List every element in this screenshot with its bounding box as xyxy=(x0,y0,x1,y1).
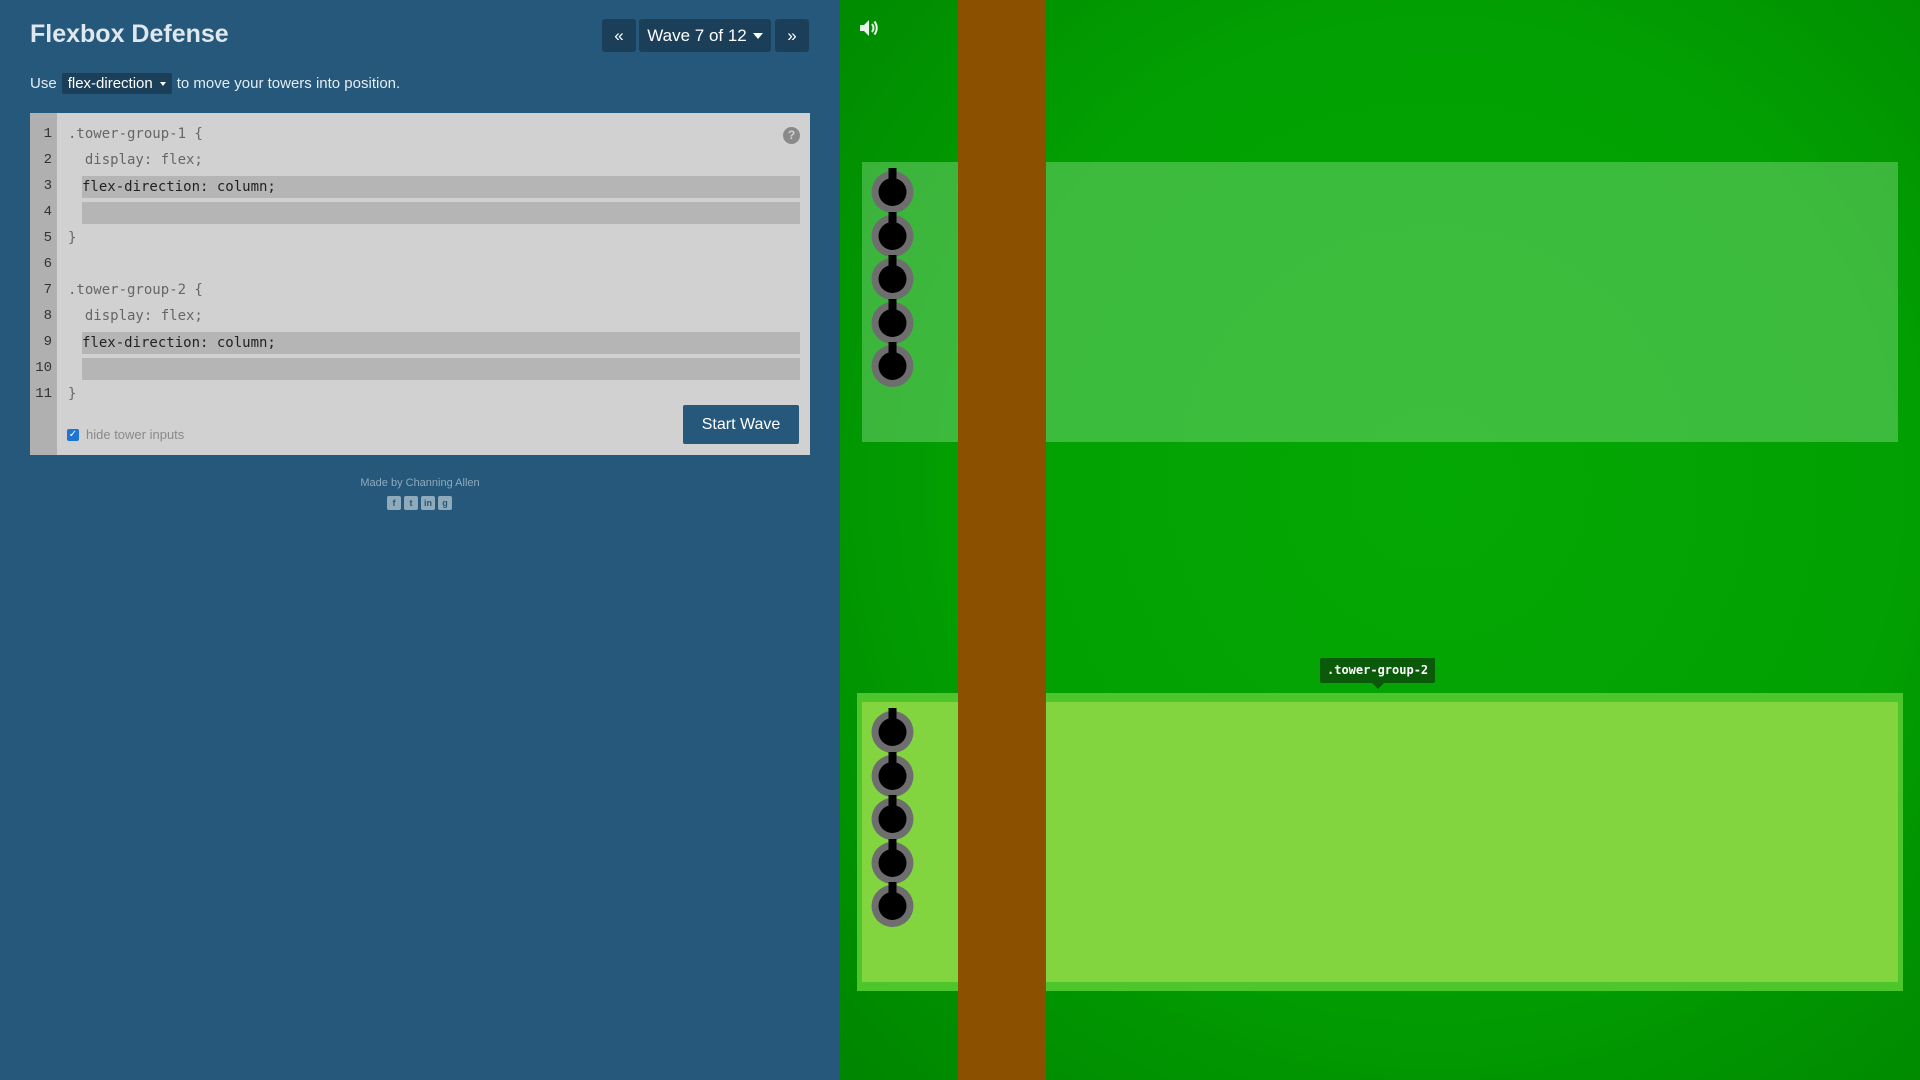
tower-icon[interactable] xyxy=(870,341,915,387)
code-line: } xyxy=(68,386,77,402)
enemy-path xyxy=(958,0,1046,1080)
double-chevron-right-icon: » xyxy=(787,25,797,45)
tower-icon[interactable] xyxy=(870,254,915,300)
page-title: Flexbox Defense xyxy=(30,20,229,48)
code-line: display: flex; xyxy=(68,308,203,324)
line-number: 4 xyxy=(43,204,52,220)
game-board: .tower-group-2 xyxy=(840,0,1920,1080)
code-line: .tower-group-2 { xyxy=(68,282,203,298)
linkedin-icon[interactable]: in xyxy=(421,496,435,510)
line-number: 3 xyxy=(43,178,52,194)
property-select[interactable]: flex-direction xyxy=(61,73,172,94)
previous-wave-button[interactable]: « xyxy=(602,19,636,52)
wave-select[interactable]: Wave 7 of 12 xyxy=(639,19,771,52)
speaker-icon[interactable] xyxy=(858,18,880,38)
tower-icon[interactable] xyxy=(870,707,915,753)
line-number: 8 xyxy=(43,308,52,324)
css-input-line-10[interactable] xyxy=(82,358,800,380)
social-links: f t in g xyxy=(387,496,452,510)
hide-inputs-checkbox[interactable]: ✓ xyxy=(67,428,79,441)
facebook-icon[interactable]: f xyxy=(387,496,401,510)
double-chevron-left-icon: « xyxy=(614,25,624,45)
instruction-text: Use flex-direction to move your towers i… xyxy=(30,73,400,94)
css-input-line-4[interactable] xyxy=(82,202,800,224)
line-number: 11 xyxy=(35,386,52,402)
line-number: 7 xyxy=(43,282,52,298)
line-number: 9 xyxy=(43,334,52,350)
line-number: 10 xyxy=(35,360,52,376)
twitter-icon[interactable]: t xyxy=(404,496,418,510)
line-number: 2 xyxy=(43,152,52,168)
hide-inputs-label: hide tower inputs xyxy=(86,427,185,442)
hide-inputs-row: ✓ hide tower inputs xyxy=(67,427,184,442)
instruction-before: Use xyxy=(30,75,57,92)
credits-text: Made by Channing Allen xyxy=(360,477,480,489)
tower-icon[interactable] xyxy=(870,794,915,840)
tower-icon[interactable] xyxy=(870,211,915,257)
css-input-line-3[interactable]: flex-direction: column; xyxy=(82,176,800,198)
caret-down-icon xyxy=(752,32,763,39)
wave-label: Wave 7 of 12 xyxy=(647,25,747,45)
css-editor: 1 2 3 4 5 6 7 8 9 10 11 .tower-group-1 {… xyxy=(30,113,810,455)
code-line: display: flex; xyxy=(68,152,203,168)
line-number: 1 xyxy=(43,126,52,142)
group-label-tooltip: .tower-group-2 xyxy=(1320,658,1436,689)
tower-icon[interactable] xyxy=(870,751,915,797)
caret-down-icon xyxy=(159,81,166,86)
instructions-panel: Flexbox Defense « Wave 7 of 12 » Use fle… xyxy=(0,0,840,1080)
start-wave-button[interactable]: Start Wave xyxy=(683,405,799,444)
code-line: .tower-group-1 { xyxy=(68,126,203,142)
github-icon[interactable]: g xyxy=(438,496,452,510)
tower-icon[interactable] xyxy=(870,881,915,927)
tower-icon[interactable] xyxy=(870,298,915,344)
tower-icon[interactable] xyxy=(870,167,915,213)
help-icon[interactable]: ? xyxy=(783,127,800,144)
property-select-value: flex-direction xyxy=(67,75,153,92)
line-number: 6 xyxy=(43,256,52,272)
instruction-after: to move your towers into position. xyxy=(176,75,401,92)
line-number: 5 xyxy=(43,230,52,246)
code-line: } xyxy=(68,230,77,246)
next-wave-button[interactable]: » xyxy=(775,19,809,52)
css-input-line-9[interactable]: flex-direction: column; xyxy=(82,332,800,354)
line-number-gutter: 1 2 3 4 5 6 7 8 9 10 11 xyxy=(30,113,57,455)
tower-icon[interactable] xyxy=(870,838,915,884)
